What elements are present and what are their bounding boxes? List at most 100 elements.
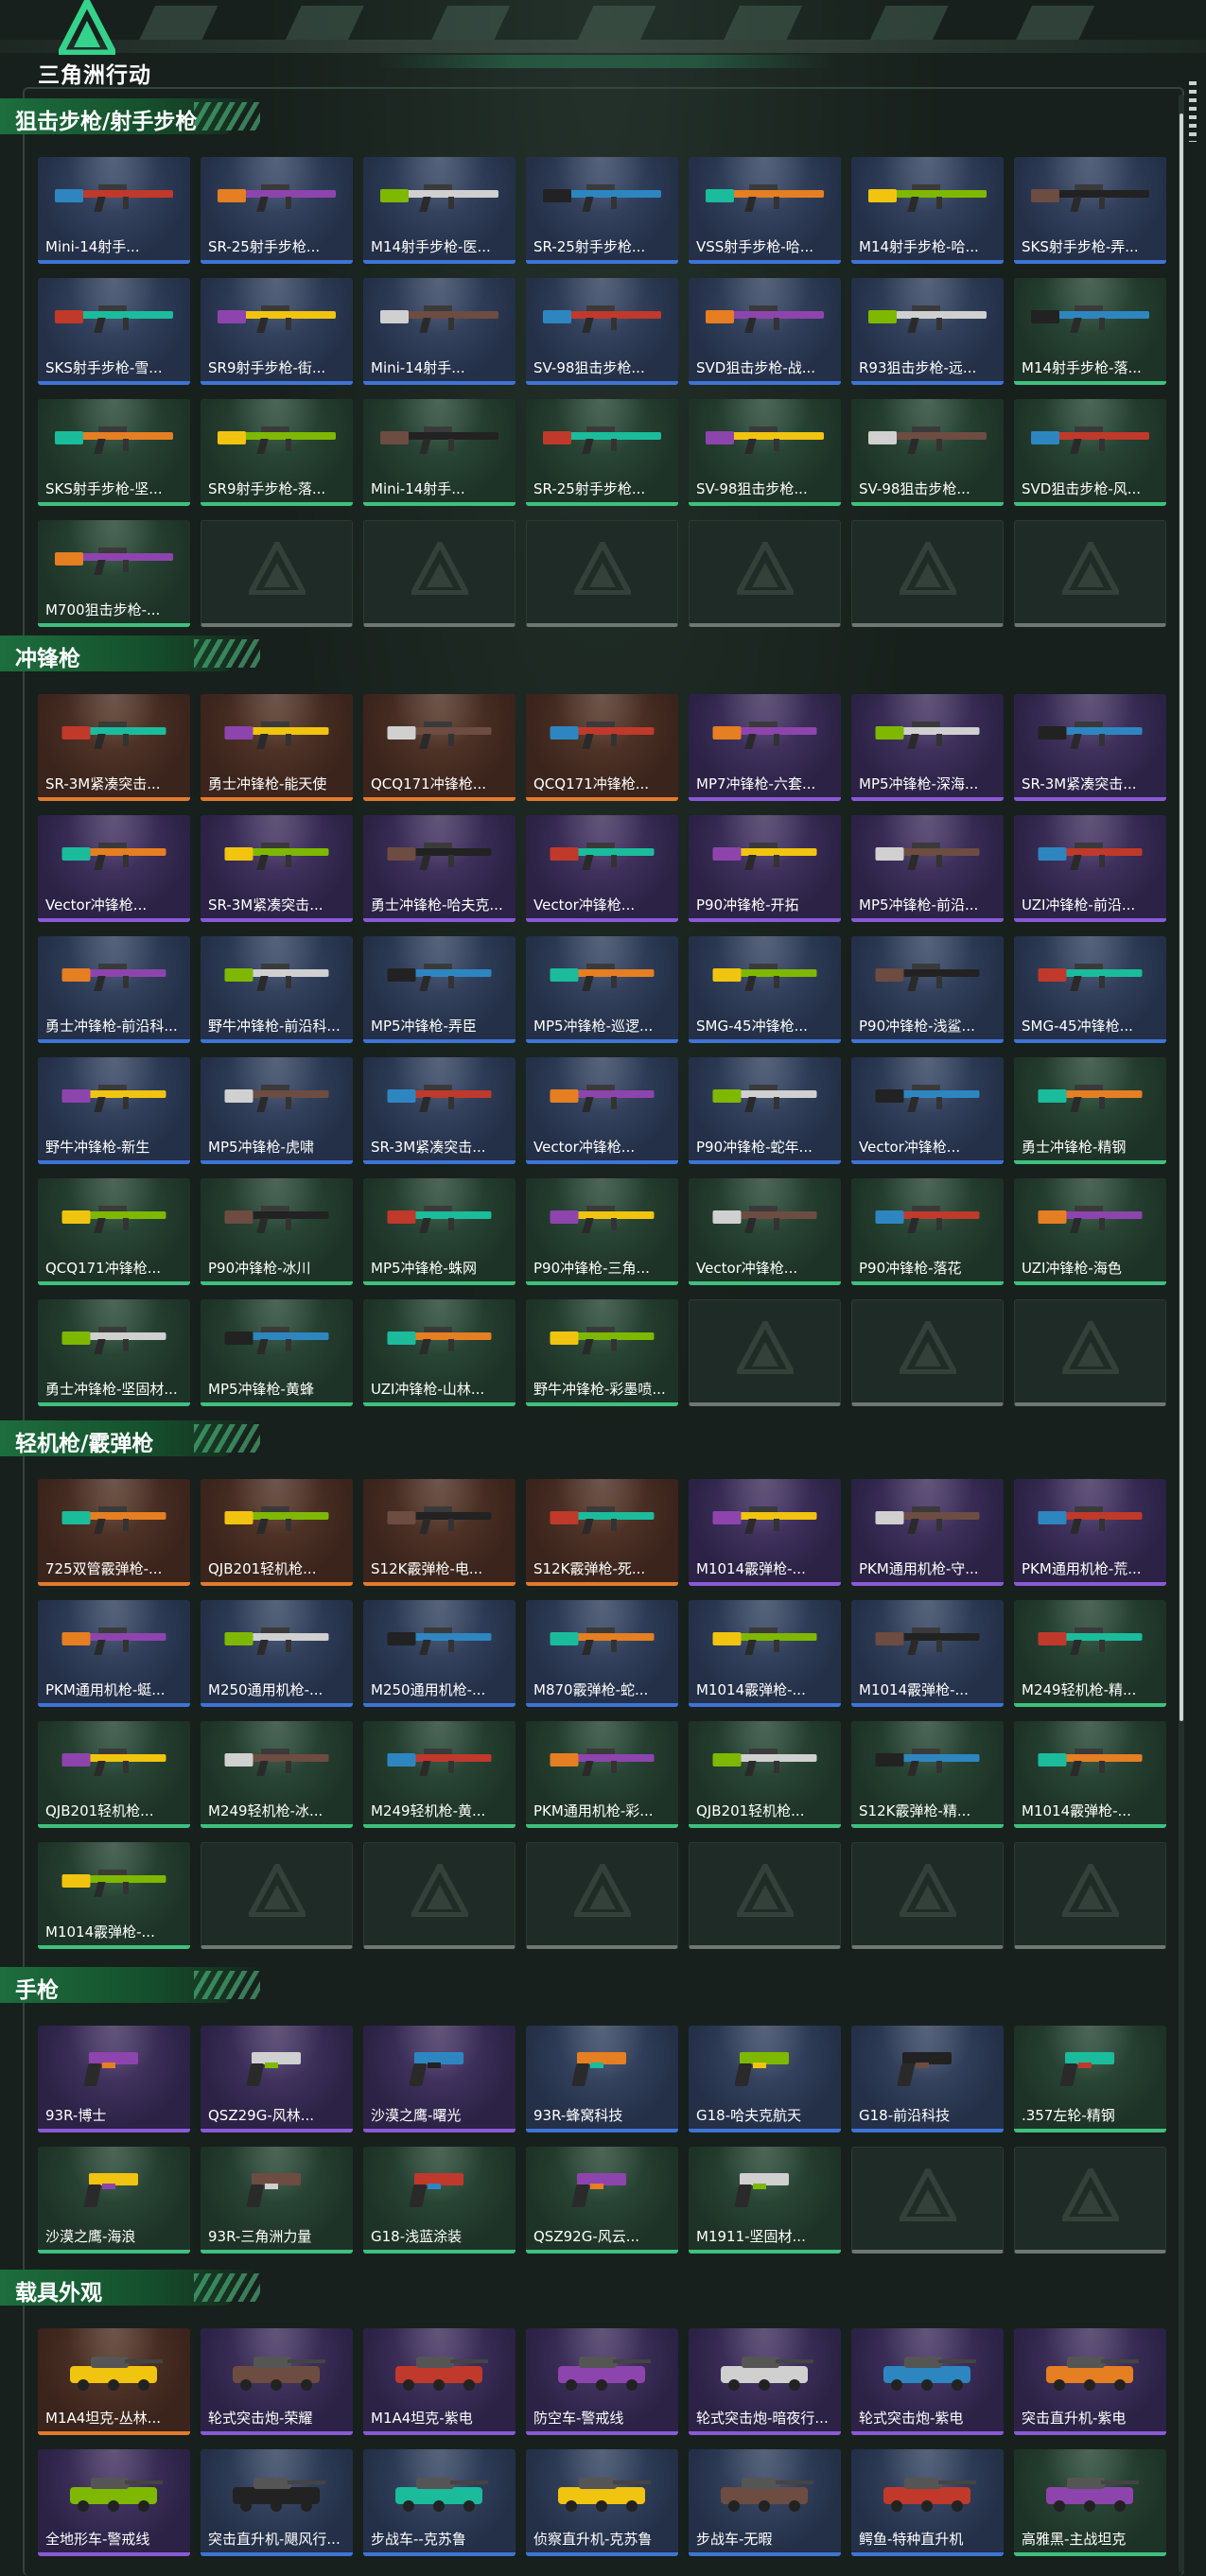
skin-item-card[interactable]: MP5冲锋枪-前沿... [851, 815, 1004, 922]
skin-item-card[interactable]: 725双管霰弹枪-... [38, 1479, 190, 1586]
skin-item-card[interactable]: 全地形车-警戒线 [38, 2449, 190, 2556]
skin-item-card[interactable]: SV-98狙击步枪... [689, 399, 841, 506]
skin-item-card[interactable]: P90冲锋枪-落花 [851, 1178, 1004, 1285]
skin-item-card[interactable]: 野牛冲锋枪-前沿科... [201, 936, 353, 1043]
skin-item-card[interactable]: QCQ171冲锋枪... [38, 1178, 190, 1285]
skin-item-card[interactable]: M1A4坦克-紫电 [363, 2328, 516, 2435]
skin-item-card[interactable]: M250通用机枪-... [201, 1600, 353, 1707]
skin-item-card[interactable]: SKS射手步枪-雪... [38, 278, 190, 385]
skin-item-card[interactable]: Mini-14射手... [363, 399, 516, 506]
skin-item-card[interactable]: M1014霰弹枪-... [38, 1842, 190, 1949]
skin-item-card[interactable]: Vector冲锋枪... [38, 815, 190, 922]
skin-item-card[interactable]: M1014霰弹枪-... [689, 1479, 841, 1586]
skin-item-card[interactable]: QSZ29G-风林... [201, 2026, 353, 2132]
skin-item-card[interactable]: SKS射手步枪-坚... [38, 399, 190, 506]
skin-item-card[interactable]: 93R-蜂窝科技 [526, 2026, 678, 2132]
skin-item-card[interactable]: SMG-45冲锋枪... [689, 936, 841, 1043]
skin-item-card[interactable]: SR-25射手步枪... [526, 157, 678, 264]
skin-item-card[interactable]: P90冲锋枪-三角... [526, 1178, 678, 1285]
skin-item-card[interactable]: G18-浅蓝涂装 [363, 2147, 516, 2254]
skin-item-card[interactable]: SR-25射手步枪... [201, 157, 353, 264]
skin-item-card[interactable]: M1A4坦克-丛林... [38, 2328, 190, 2435]
skin-item-card[interactable]: M1014霰弹枪-... [851, 1600, 1004, 1707]
skin-item-card[interactable]: SR-3M紧凑突击... [363, 1057, 516, 1164]
skin-item-card[interactable]: P90冲锋枪-蛇年... [689, 1057, 841, 1164]
skin-item-card[interactable]: PKM通用机枪-蜓... [38, 1600, 190, 1707]
skin-item-card[interactable]: 步战车-无暇 [689, 2449, 841, 2556]
skin-item-card[interactable]: 轮式突击炮-紫电 [851, 2328, 1004, 2435]
skin-item-card[interactable]: 鳄鱼-特种直升机 [851, 2449, 1004, 2556]
skin-item-card[interactable]: SR-3M紧凑突击... [1014, 694, 1166, 801]
skin-item-card[interactable]: 突击直升机-飓风行... [201, 2449, 353, 2556]
skin-item-card[interactable]: 勇士冲锋枪-精钢 [1014, 1057, 1166, 1164]
skin-item-card[interactable]: M14射手步枪-落... [1014, 278, 1166, 385]
skin-item-card[interactable]: QSZ92G-风云... [526, 2147, 678, 2254]
skin-item-card[interactable]: MP7冲锋枪-六套... [689, 694, 841, 801]
skin-item-card[interactable]: MP5冲锋枪-巡逻... [526, 936, 678, 1043]
skin-item-card[interactable]: QJB201轻机枪... [38, 1721, 190, 1828]
skin-item-card[interactable]: UZI冲锋枪-山林... [363, 1299, 516, 1406]
skin-item-card[interactable]: 轮式突击炮-暗夜行... [689, 2328, 841, 2435]
skin-item-card[interactable]: Vector冲锋枪... [526, 815, 678, 922]
skin-item-card[interactable]: SMG-45冲锋枪... [1014, 936, 1166, 1043]
skin-item-card[interactable]: SV-98狙击步枪... [851, 399, 1004, 506]
skin-item-card[interactable]: 勇士冲锋枪-坚固材... [38, 1299, 190, 1406]
skin-item-card[interactable]: P90冲锋枪-冰川 [201, 1178, 353, 1285]
skin-item-card[interactable]: Vector冲锋枪... [526, 1057, 678, 1164]
skin-item-card[interactable]: 勇士冲锋枪-前沿科... [38, 936, 190, 1043]
skin-item-card[interactable]: SV-98狙击步枪... [526, 278, 678, 385]
skin-item-card[interactable]: MP5冲锋枪-蛛网 [363, 1178, 516, 1285]
skin-item-card[interactable]: M250通用机枪-... [363, 1600, 516, 1707]
skin-item-card[interactable]: M1014霰弹枪-... [1014, 1721, 1166, 1828]
skin-item-card[interactable]: SVD狙击步枪-风... [1014, 399, 1166, 506]
skin-item-card[interactable]: MP5冲锋枪-深海... [851, 694, 1004, 801]
skin-item-card[interactable]: QCQ171冲锋枪... [363, 694, 516, 801]
skin-item-card[interactable]: 93R-三角洲力量 [201, 2147, 353, 2254]
skin-item-card[interactable]: M249轻机枪-黄... [363, 1721, 516, 1828]
skin-item-card[interactable]: M249轻机枪-冰... [201, 1721, 353, 1828]
skin-item-card[interactable]: 沙漠之鹰-海浪 [38, 2147, 190, 2254]
skin-item-card[interactable]: QCQ171冲锋枪... [526, 694, 678, 801]
skin-item-card[interactable]: S12K霰弹枪-精... [851, 1721, 1004, 1828]
skin-item-card[interactable]: 侦察直升机-克苏鲁 [526, 2449, 678, 2556]
skin-item-card[interactable]: P90冲锋枪-浅鲨... [851, 936, 1004, 1043]
skin-item-card[interactable]: 步战车--克苏鲁 [363, 2449, 516, 2556]
skin-item-card[interactable]: SKS射手步枪-弄... [1014, 157, 1166, 264]
skin-item-card[interactable]: PKM通用机枪-荒... [1014, 1479, 1166, 1586]
skin-item-card[interactable]: MP5冲锋枪-虎啸 [201, 1057, 353, 1164]
skin-item-card[interactable]: 勇士冲锋枪-哈夫克... [363, 815, 516, 922]
skin-item-card[interactable]: M1911-坚固材... [689, 2147, 841, 2254]
skin-item-card[interactable]: 勇士冲锋枪-能天使 [201, 694, 353, 801]
skin-item-card[interactable]: P90冲锋枪-开拓 [689, 815, 841, 922]
skin-item-card[interactable]: M700狙击步枪-... [38, 520, 190, 627]
skin-item-card[interactable]: QJB201轻机枪... [689, 1721, 841, 1828]
skin-item-card[interactable]: Vector冲锋枪... [851, 1057, 1004, 1164]
skin-item-card[interactable]: M249轻机枪-精... [1014, 1600, 1166, 1707]
skin-item-card[interactable]: UZI冲锋枪-前沿... [1014, 815, 1166, 922]
skin-item-card[interactable]: M14射手步枪-医... [363, 157, 516, 264]
skin-item-card[interactable]: S12K霰弹枪-死... [526, 1479, 678, 1586]
skin-item-card[interactable]: SR-3M紧凑突击... [201, 815, 353, 922]
scrollbar-thumb[interactable] [1180, 113, 1183, 1721]
skin-item-card[interactable]: MP5冲锋枪-黄蜂 [201, 1299, 353, 1406]
skin-item-card[interactable]: QJB201轻机枪... [201, 1479, 353, 1586]
skin-item-card[interactable]: 轮式突击炮-荣耀 [201, 2328, 353, 2435]
skin-item-card[interactable]: G18-哈夫克航天 [689, 2026, 841, 2132]
skin-item-card[interactable]: 沙漠之鹰-曙光 [363, 2026, 516, 2132]
skin-item-card[interactable]: 野牛冲锋枪-彩墨喷... [526, 1299, 678, 1406]
skin-item-card[interactable]: 突击直升机-紫电 [1014, 2328, 1166, 2435]
skin-item-card[interactable]: VSS射手步枪-哈... [689, 157, 841, 264]
skin-item-card[interactable]: PKM通用机枪-守... [851, 1479, 1004, 1586]
skin-item-card[interactable]: UZI冲锋枪-海色 [1014, 1178, 1166, 1285]
skin-item-card[interactable]: Vector冲锋枪... [689, 1178, 841, 1285]
skin-item-card[interactable]: M1014霰弹枪-... [689, 1600, 841, 1707]
skin-item-card[interactable]: M14射手步枪-哈... [851, 157, 1004, 264]
skin-item-card[interactable]: Mini-14射手... [363, 278, 516, 385]
skin-item-card[interactable]: 野牛冲锋枪-新生 [38, 1057, 190, 1164]
skin-item-card[interactable]: G18-前沿科技 [851, 2026, 1004, 2132]
skin-item-card[interactable]: SR9射手步枪-街... [201, 278, 353, 385]
skin-item-card[interactable]: R93狙击步枪-远... [851, 278, 1004, 385]
skin-item-card[interactable]: Mini-14射手... [38, 157, 190, 264]
skin-item-card[interactable]: .357左轮-精钢 [1014, 2026, 1166, 2132]
skin-item-card[interactable]: MP5冲锋枪-弄臣 [363, 936, 516, 1043]
